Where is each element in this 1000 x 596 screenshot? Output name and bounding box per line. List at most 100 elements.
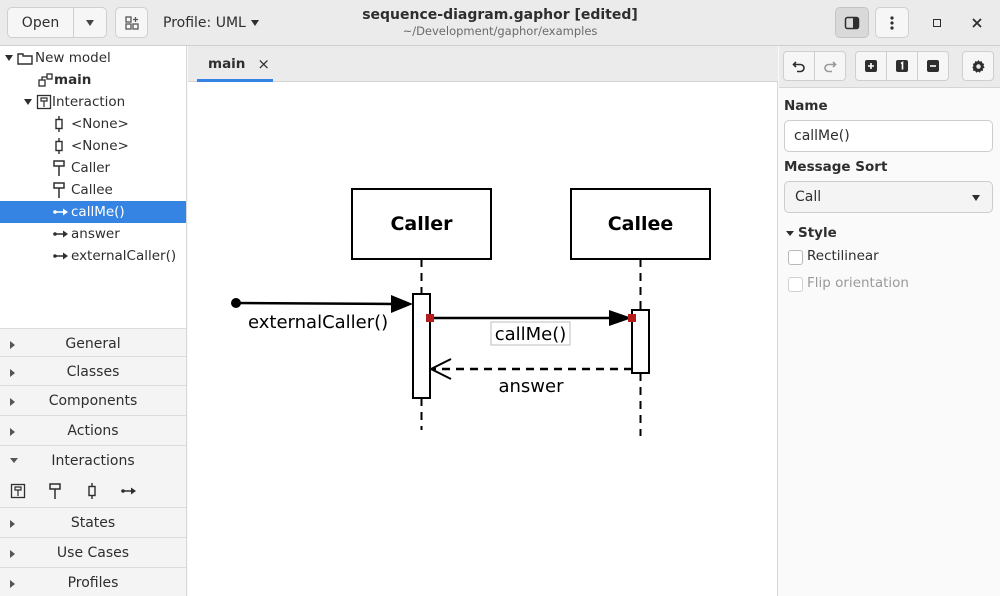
toolbox-section-label: Components xyxy=(48,392,138,409)
toggle-editor-button[interactable] xyxy=(835,7,869,38)
message-icon xyxy=(53,208,68,216)
profile-menu-button[interactable]: Profile: UML xyxy=(156,7,266,38)
toolbox-section-states[interactable]: States xyxy=(0,507,186,537)
close-window-button[interactable] xyxy=(964,10,990,36)
selection-handle[interactable] xyxy=(628,314,636,322)
flip-orientation-label: Flip orientation xyxy=(807,275,909,291)
toolbox-section-general[interactable]: General xyxy=(0,328,186,358)
tab-label: main xyxy=(208,56,246,72)
message-sort-select[interactable]: Call xyxy=(784,181,993,213)
tree-item-label: Caller xyxy=(71,160,111,176)
message-tool[interactable] xyxy=(119,481,139,501)
expand-icon xyxy=(10,550,15,558)
tree-item-interaction[interactable]: Interaction xyxy=(0,91,186,113)
gear-icon xyxy=(971,59,985,73)
message-icon xyxy=(53,230,68,238)
tree-item-caller[interactable]: Caller xyxy=(0,157,186,179)
toolbox-section-profiles[interactable]: Profiles xyxy=(0,567,186,596)
tree-item-none-2[interactable]: <None> xyxy=(0,135,186,157)
tree-item-callme[interactable]: callMe() xyxy=(0,201,186,223)
expand-icon xyxy=(24,99,32,105)
interaction-icon xyxy=(10,483,26,499)
interaction-tools xyxy=(0,475,186,507)
toolbox-section-interactions[interactable]: Interactions xyxy=(0,445,186,475)
more-vertical-icon xyxy=(890,15,894,30)
preferences-button[interactable] xyxy=(962,51,994,81)
zoom-reset-button[interactable] xyxy=(886,51,918,81)
tree-item-label: answer xyxy=(71,226,120,242)
maximize-button[interactable] xyxy=(924,10,950,36)
toolbox-section-label: General xyxy=(65,335,121,352)
expand-icon xyxy=(10,428,15,436)
sidebar-icon xyxy=(844,16,860,29)
tree-item-externalcaller[interactable]: externalCaller() xyxy=(0,245,186,267)
diagram-add-icon xyxy=(124,15,139,30)
lifeline-caller[interactable]: Caller xyxy=(351,188,492,430)
tree-item-none-1[interactable]: <None> xyxy=(0,113,186,135)
close-tab-icon[interactable]: × xyxy=(257,55,270,73)
selection-handle[interactable] xyxy=(426,314,434,322)
toolbox-section-label: Interactions xyxy=(51,452,135,469)
close-icon xyxy=(972,18,982,28)
rectilinear-checkbox[interactable] xyxy=(788,250,803,265)
main-menu-button[interactable] xyxy=(875,7,909,38)
name-field[interactable]: callMe() xyxy=(784,120,993,152)
lifeline-tool[interactable] xyxy=(45,481,65,501)
editor-toolbar xyxy=(779,46,1000,88)
expand-icon xyxy=(10,341,15,349)
name-field-value: callMe() xyxy=(794,128,850,144)
tree-item-callee[interactable]: Callee xyxy=(0,179,186,201)
lifeline-name: Callee xyxy=(608,213,674,235)
zoom-in-icon xyxy=(865,60,877,72)
execution-spec-tool[interactable] xyxy=(82,481,102,501)
window-subtitle: ~/Development/gaphor/examples xyxy=(402,24,598,38)
diagram-icon xyxy=(38,73,53,87)
zoom-out-button[interactable] xyxy=(917,51,949,81)
execution-spec-caller[interactable] xyxy=(412,293,431,399)
tree-item-label: Interaction xyxy=(52,94,126,110)
rectilinear-label: Rectilinear xyxy=(807,248,879,264)
message-label: callMe() xyxy=(495,324,567,345)
undo-button[interactable] xyxy=(783,51,815,81)
flip-orientation-checkbox[interactable] xyxy=(788,277,803,292)
tab-main[interactable]: main × xyxy=(197,46,273,82)
open-button[interactable]: Open xyxy=(7,7,74,38)
redo-button[interactable] xyxy=(814,51,846,81)
toolbox-section-classes[interactable]: Classes xyxy=(0,356,186,386)
interaction-icon xyxy=(36,94,52,110)
message-icon xyxy=(53,252,68,260)
toolbox-section-components[interactable]: Components xyxy=(0,385,186,415)
package-icon xyxy=(17,53,33,65)
message-arrowhead xyxy=(391,295,413,313)
execution-spec-icon xyxy=(55,116,63,132)
tree-item-label: <None> xyxy=(71,138,129,154)
toolbox-section-use-cases[interactable]: Use Cases xyxy=(0,537,186,567)
message-answer[interactable]: answer xyxy=(428,358,632,397)
message-callme[interactable]: callMe() xyxy=(426,310,636,346)
toolbox-section-label: States xyxy=(70,514,116,531)
toolbox-section-label: Use Cases xyxy=(56,544,130,561)
tree-item-answer[interactable]: answer xyxy=(0,223,186,245)
style-expander[interactable]: Style xyxy=(786,224,837,242)
model-browser: New model main Interaction <None> <None> xyxy=(0,46,187,328)
name-label: Name xyxy=(784,98,828,114)
new-diagram-button[interactable] xyxy=(115,7,148,38)
zoom-in-button[interactable] xyxy=(855,51,887,81)
open-menu-button[interactable] xyxy=(73,7,107,38)
toolbox-section-label: Profiles xyxy=(67,574,119,591)
expand-icon xyxy=(5,55,13,61)
tree-item-new-model[interactable]: New model xyxy=(0,47,186,69)
diagram-canvas[interactable]: Caller Callee externalCaller() callMe() … xyxy=(188,82,778,596)
toolbox: General Classes Components Actions Inter… xyxy=(0,328,187,596)
message-icon xyxy=(121,487,136,495)
message-label: externalCaller() xyxy=(248,312,388,333)
interaction-tool[interactable] xyxy=(8,481,28,501)
tree-item-main[interactable]: main xyxy=(0,69,186,91)
toolbox-section-actions[interactable]: Actions xyxy=(0,415,186,445)
tree-item-label: New model xyxy=(35,50,111,66)
message-externalcaller[interactable]: externalCaller() xyxy=(231,295,413,333)
message-sort-value: Call xyxy=(795,189,822,205)
tree-item-label: Callee xyxy=(71,182,113,198)
lifeline-callee[interactable]: Callee xyxy=(570,188,711,436)
chevron-down-icon xyxy=(972,195,980,201)
